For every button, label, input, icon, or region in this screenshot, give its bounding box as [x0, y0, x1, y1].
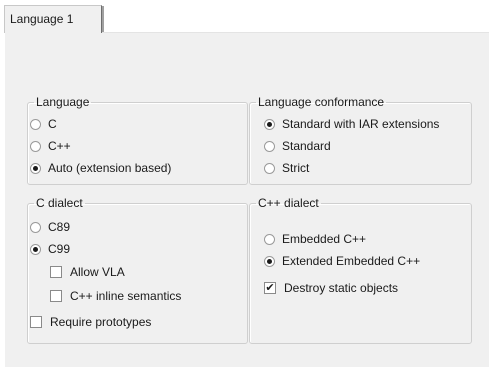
- radio-indicator-selected: [30, 162, 41, 174]
- radio-label: C89: [48, 220, 71, 234]
- checkbox-label: Destroy static objects: [284, 281, 399, 295]
- radio-label: Extended Embedded C++: [282, 254, 421, 268]
- c-dialect-group-title: C dialect: [36, 196, 83, 210]
- checkmark-icon: ✔: [264, 282, 276, 294]
- options-panel: Language C C++ Auto (extension based) La…: [5, 32, 489, 367]
- radio-conformance-standard[interactable]: Standard: [264, 139, 331, 153]
- radio-label: C: [48, 117, 57, 131]
- radio-label: Embedded C++: [282, 232, 367, 246]
- radio-label: C99: [48, 242, 71, 256]
- radio-label: C++: [48, 139, 71, 153]
- radio-indicator: [30, 221, 41, 233]
- checkbox-indicator: [50, 266, 62, 278]
- radio-label: Standard: [282, 139, 331, 153]
- checkbox-indicator: [30, 316, 42, 328]
- radio-label: Strict: [282, 161, 310, 175]
- radio-indicator: [30, 118, 41, 130]
- checkbox-label: Require prototypes: [50, 315, 152, 329]
- checkbox-allow-vla[interactable]: Allow VLA: [50, 265, 125, 279]
- language-group-title: Language: [36, 95, 90, 109]
- cpp-dialect-group-title: C++ dialect: [258, 196, 319, 210]
- checkbox-cpp-inline-semantics[interactable]: C++ inline semantics: [50, 289, 181, 303]
- radio-indicator: [264, 233, 275, 245]
- checkbox-require-prototypes[interactable]: Require prototypes: [30, 315, 151, 329]
- radio-extended-embedded-cpp[interactable]: Extended Embedded C++: [264, 254, 420, 268]
- radio-indicator: [30, 140, 41, 152]
- tab-edge-shadow: [102, 6, 104, 32]
- checkbox-destroy-static-objects[interactable]: ✔ Destroy static objects: [264, 281, 398, 295]
- radio-c89[interactable]: C89: [30, 220, 70, 234]
- conformance-group-title: Language conformance: [258, 95, 385, 109]
- radio-language-cpp[interactable]: C++: [30, 139, 71, 153]
- radio-c99[interactable]: C99: [30, 242, 70, 256]
- radio-indicator-selected: [264, 255, 275, 267]
- radio-indicator-selected: [264, 118, 275, 130]
- radio-label: Auto (extension based): [48, 161, 172, 175]
- radio-conformance-strict[interactable]: Strict: [264, 161, 309, 175]
- checkbox-label: C++ inline semantics: [70, 289, 182, 303]
- radio-label: Standard with IAR extensions: [282, 117, 440, 131]
- radio-indicator: [264, 140, 275, 152]
- checkbox-indicator: [50, 290, 62, 302]
- radio-language-c[interactable]: C: [30, 117, 57, 131]
- radio-embedded-cpp[interactable]: Embedded C++: [264, 232, 366, 246]
- cpp-dialect-group: C++ dialect: [249, 196, 472, 344]
- radio-language-auto[interactable]: Auto (extension based): [30, 161, 171, 175]
- tab-label: Language 1: [10, 12, 74, 26]
- checkbox-label: Allow VLA: [70, 265, 125, 279]
- radio-indicator: [264, 162, 275, 174]
- radio-indicator-selected: [30, 243, 41, 255]
- radio-conformance-iar[interactable]: Standard with IAR extensions: [264, 117, 439, 131]
- tab-language-1[interactable]: Language 1: [4, 5, 102, 33]
